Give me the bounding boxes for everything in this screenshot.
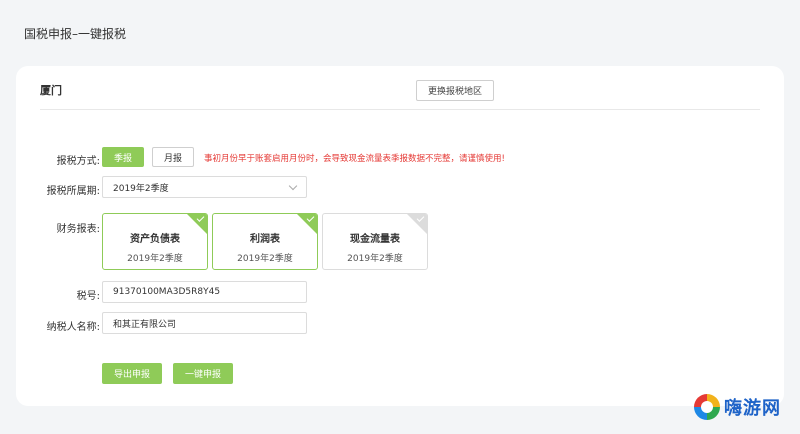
watermark: 嗨游网 [694, 394, 781, 420]
report-card-balance-sheet[interactable]: 资产负债表 2019年2季度 [102, 213, 208, 270]
period-select[interactable]: 2019年2季度 [102, 176, 307, 198]
method-label: 报税方式: [56, 156, 100, 167]
period-select-value: 2019年2季度 [113, 183, 169, 194]
quarterly-button[interactable]: 季报 [102, 147, 144, 167]
page-title: 国税申报–一键报税 [24, 27, 127, 41]
report-card-period: 2019年2季度 [127, 254, 183, 264]
export-declaration-button[interactable]: 导出申报 [102, 363, 162, 384]
tax-id-label: 税号: [76, 291, 100, 302]
declaration-panel: 厦门 更换报税地区 报税方式: 季报 月报 事初月份早于账套启用月份时，会导致现… [16, 66, 784, 406]
tax-id-field[interactable]: 91370100MA3D5R8Y45 [102, 281, 307, 303]
one-click-declare-button[interactable]: 一键申报 [173, 363, 233, 384]
report-card-income-statement[interactable]: 利润表 2019年2季度 [212, 213, 318, 270]
header-divider [40, 109, 760, 110]
chevron-down-icon [288, 181, 298, 191]
reports-label: 财务报表: [56, 224, 100, 235]
watermark-logo-icon [694, 394, 720, 420]
taxpayer-label: 纳税人名称: [46, 322, 100, 333]
monthly-button[interactable]: 月报 [152, 147, 194, 167]
watermark-text: 嗨游网 [724, 398, 781, 419]
report-card-cash-flow[interactable]: 现金流量表 2019年2季度 [322, 213, 428, 270]
tax-id-value: 91370100MA3D5R8Y45 [113, 287, 221, 297]
taxpayer-name-field[interactable]: 和其正有限公司 [102, 312, 307, 334]
region-name: 厦门 [40, 84, 62, 97]
method-warning: 事初月份早于账套启用月份时，会导致现金流量表季报数据不完整，请谨慎使用! [204, 154, 505, 164]
change-region-button[interactable]: 更换报税地区 [416, 80, 494, 101]
report-card-period: 2019年2季度 [347, 254, 403, 264]
taxpayer-name-value: 和其正有限公司 [113, 319, 177, 330]
period-label: 报税所属期: [46, 186, 100, 197]
report-card-period: 2019年2季度 [237, 254, 293, 264]
